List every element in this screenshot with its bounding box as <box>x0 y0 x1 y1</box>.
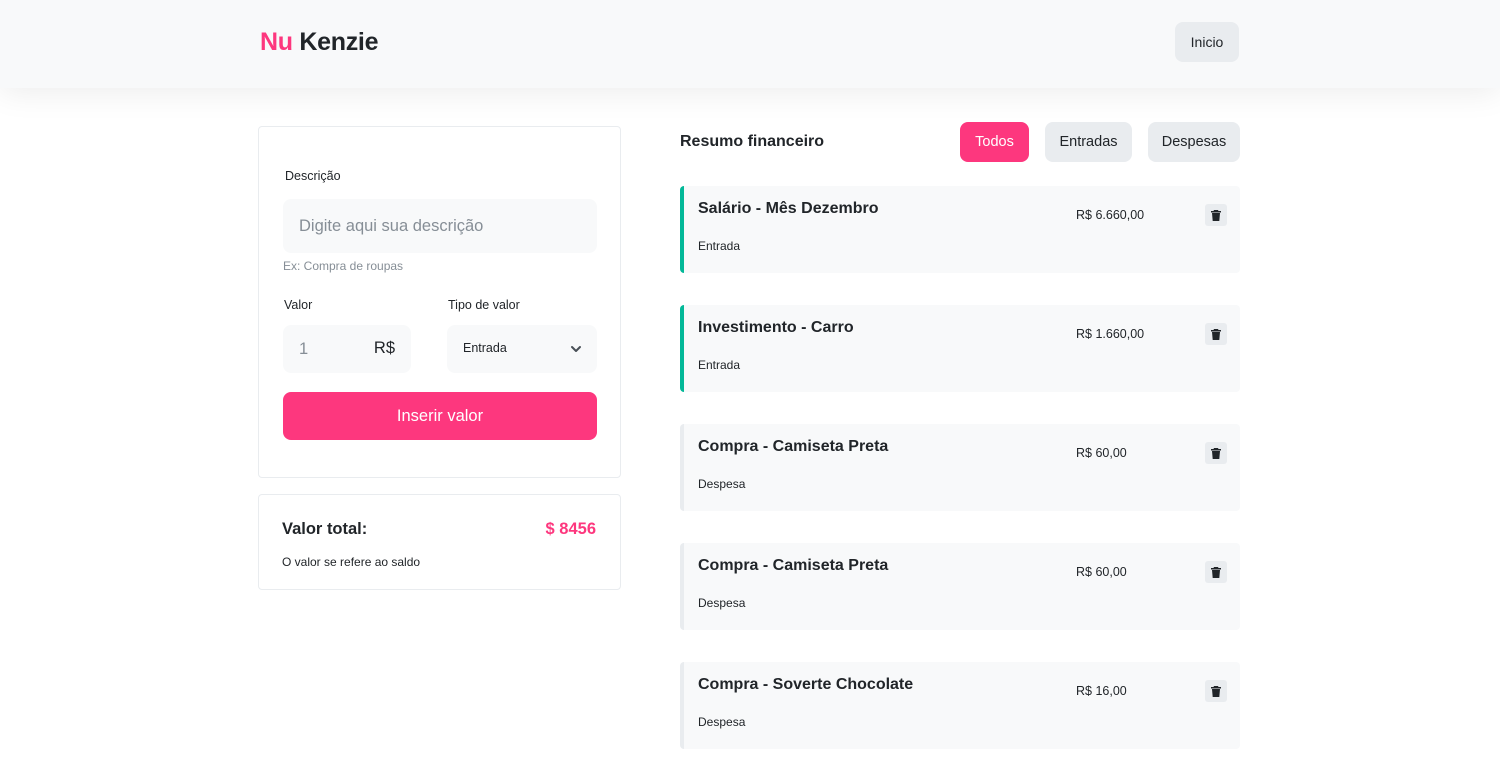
trash-icon <box>1211 685 1221 697</box>
description-input[interactable] <box>283 199 597 253</box>
trash-icon <box>1211 328 1221 340</box>
delete-button[interactable] <box>1205 204 1227 226</box>
description-label: Descrição <box>285 169 341 183</box>
transaction-amount: R$ 60,00 <box>1076 565 1127 579</box>
value-input[interactable] <box>283 325 363 373</box>
value-label: Valor <box>284 298 313 312</box>
delete-button[interactable] <box>1205 323 1227 345</box>
trash-icon <box>1211 566 1221 578</box>
type-select-value: Entrada <box>463 341 507 355</box>
app-header: Nu Kenzie Inicio <box>0 0 1500 88</box>
transaction-card: Compra - Camiseta Preta R$ 60,00 Despesa <box>680 424 1240 511</box>
transaction-card: Compra - Camiseta Preta R$ 60,00 Despesa <box>680 543 1240 630</box>
transaction-card: Compra - Soverte Chocolate R$ 16,00 Desp… <box>680 662 1240 749</box>
logo-kenzie: Kenzie <box>299 28 379 56</box>
transaction-title: Compra - Soverte Chocolate <box>698 676 914 693</box>
transaction-amount: R$ 1.660,00 <box>1076 327 1145 341</box>
transaction-amount: R$ 16,00 <box>1076 684 1127 698</box>
trash-icon <box>1211 209 1221 221</box>
filter-entradas-button[interactable]: Entradas <box>1045 122 1132 162</box>
filter-despesas-button[interactable]: Despesas <box>1148 122 1240 162</box>
value-field: R$ <box>283 325 411 373</box>
transaction-type: Entrada <box>698 239 741 253</box>
filter-all-button[interactable]: Todos <box>960 122 1029 162</box>
transaction-type: Despesa <box>698 477 746 491</box>
transaction-amount: R$ 6.660,00 <box>1076 208 1145 222</box>
total-card: Valor total: $ 8456 O valor se refere ao… <box>258 494 621 590</box>
type-label: Tipo de valor <box>448 298 520 312</box>
transaction-type: Entrada <box>698 358 741 372</box>
type-select[interactable]: Entrada <box>447 325 597 373</box>
transaction-form: Descrição Ex: Compra de roupas Valor Tip… <box>258 126 621 478</box>
delete-button[interactable] <box>1205 442 1227 464</box>
currency-label: R$ <box>373 339 395 357</box>
insert-value-button[interactable]: Inserir valor <box>283 392 597 440</box>
transaction-type: Despesa <box>698 596 746 610</box>
delete-button[interactable] <box>1205 561 1227 583</box>
summary-title: Resumo financeiro <box>680 133 825 150</box>
logo: Nu Kenzie <box>260 28 378 57</box>
chevron-down-icon <box>571 346 581 352</box>
transaction-amount: R$ 60,00 <box>1076 446 1127 460</box>
transaction-list: Salário - Mês Dezembro R$ 6.660,00 Entra… <box>680 186 1240 781</box>
transaction-card: Investimento - Carro R$ 1.660,00 Entrada <box>680 305 1240 392</box>
description-hint: Ex: Compra de roupas <box>283 259 404 273</box>
transaction-title: Salário - Mês Dezembro <box>698 200 879 217</box>
logo-nu: Nu <box>260 28 293 56</box>
total-subtitle: O valor se refere ao saldo <box>282 555 421 569</box>
transaction-card: Salário - Mês Dezembro R$ 6.660,00 Entra… <box>680 186 1240 273</box>
transaction-title: Compra - Camiseta Preta <box>698 557 889 574</box>
delete-button[interactable] <box>1205 680 1227 702</box>
home-button[interactable]: Inicio <box>1175 22 1239 62</box>
transaction-title: Investimento - Carro <box>698 319 854 336</box>
total-label: Valor total: <box>282 520 368 538</box>
transaction-title: Compra - Camiseta Preta <box>698 438 889 455</box>
trash-icon <box>1211 447 1221 459</box>
total-value: $ 8456 <box>545 520 596 538</box>
transaction-type: Despesa <box>698 715 746 729</box>
